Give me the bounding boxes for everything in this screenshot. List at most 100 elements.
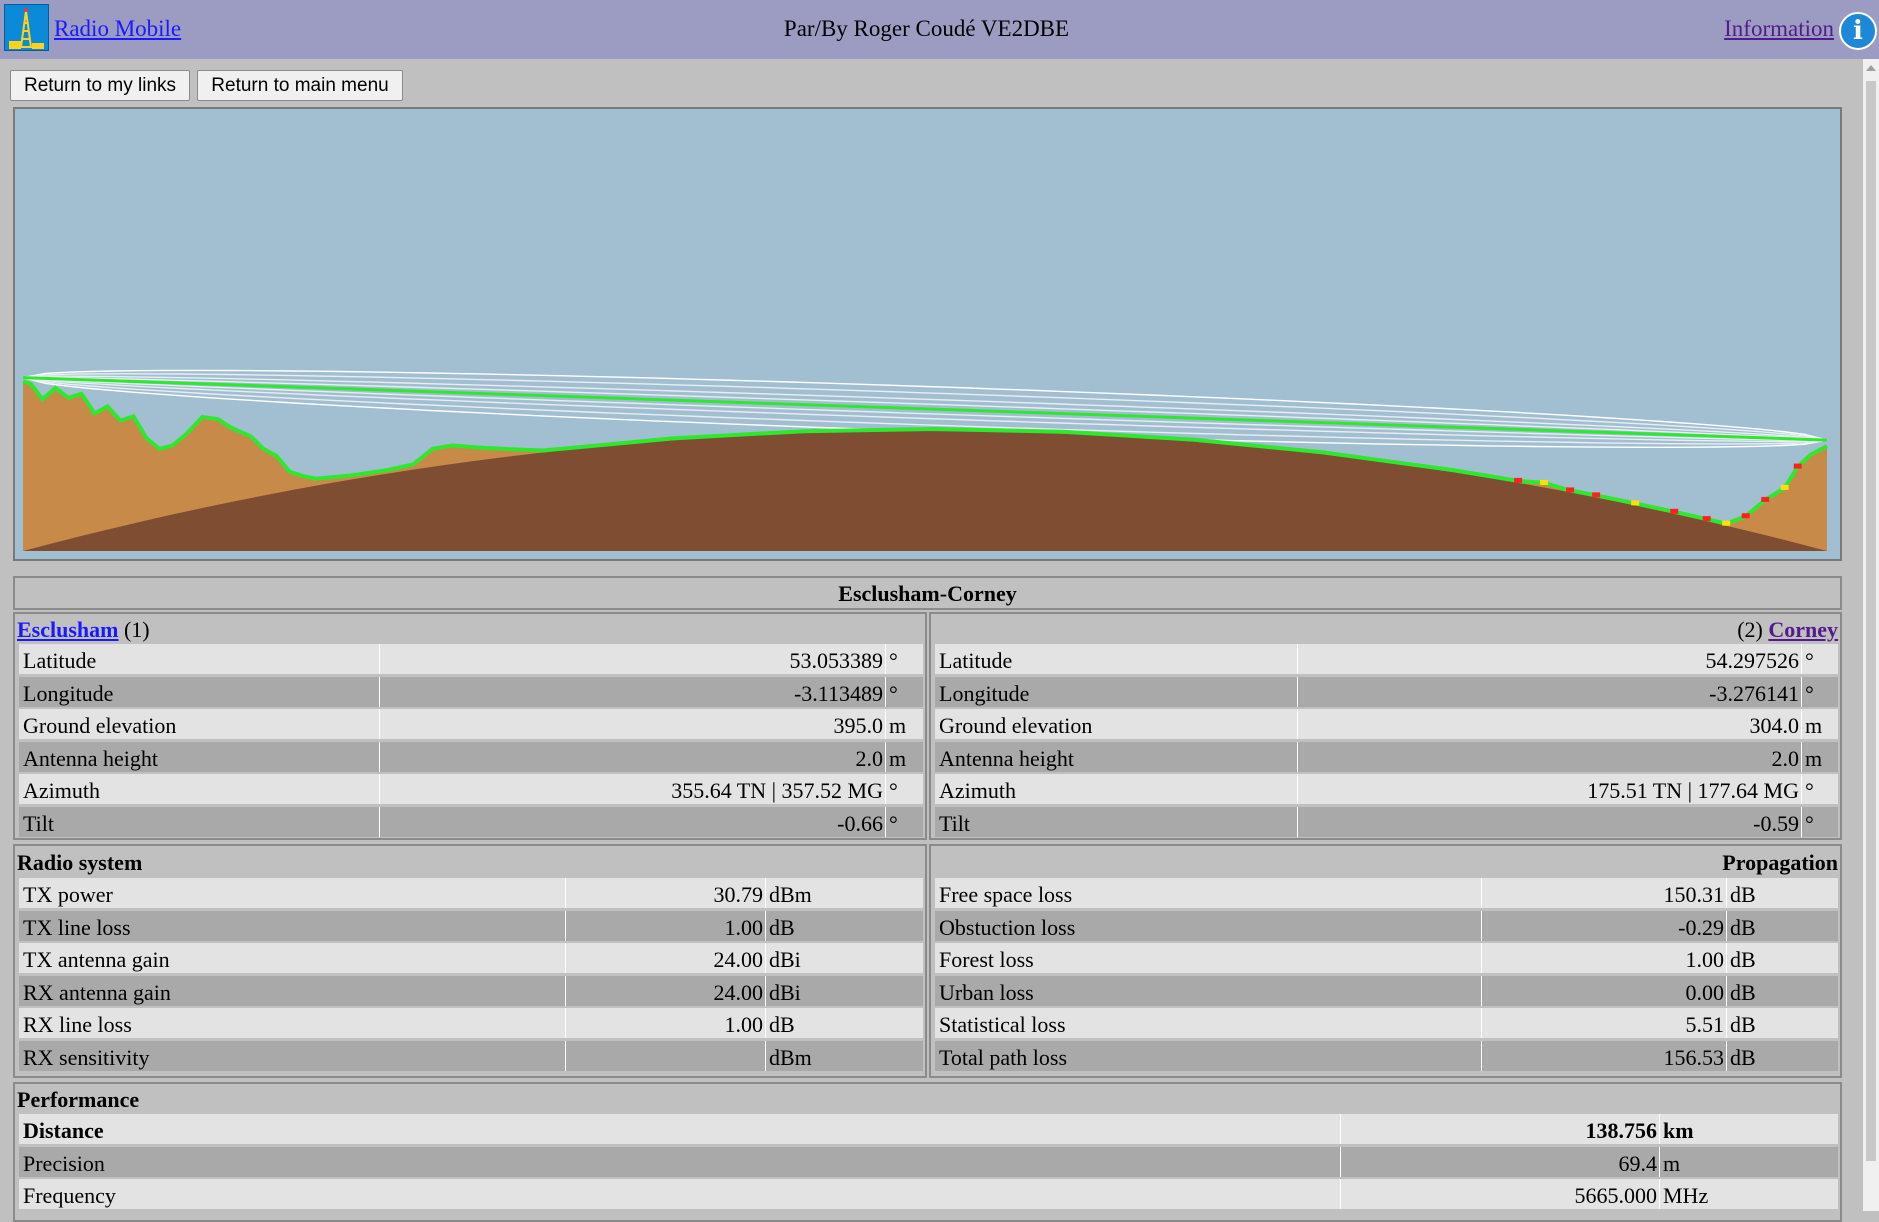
obstruction-mark — [1702, 516, 1711, 522]
site1-divider — [885, 676, 886, 707]
radio-divider — [765, 910, 766, 941]
radio-label: TX power — [23, 882, 113, 907]
radio-divider — [565, 878, 566, 908]
obstruction-mark — [1780, 484, 1789, 490]
propagation-divider — [1481, 878, 1482, 908]
performance-title: Performance — [17, 1087, 140, 1112]
site1-divider — [379, 774, 380, 804]
radio-divider — [565, 943, 566, 973]
radio-row: RX antenna gain 24.00 dBi — [19, 975, 923, 1006]
site2-row: Tilt -0.59 ° — [935, 806, 1838, 837]
site1-divider — [379, 741, 380, 772]
propagation-value: 5.51 — [1685, 1012, 1725, 1037]
site1-divider — [885, 741, 886, 772]
radio-value: 1.00 — [724, 914, 764, 940]
propagation-divider — [1726, 878, 1727, 908]
radio-system-title: Radio system — [17, 850, 143, 875]
propagation-row: Statistical loss 5.51 dB — [935, 1008, 1838, 1038]
site2-value: 175.51 TN | 177.64 MG — [1587, 778, 1799, 803]
propagation-row: Obstuction loss -0.29 dB — [935, 910, 1838, 941]
performance-divider — [1340, 1179, 1341, 1209]
performance-label: Distance — [23, 1118, 104, 1143]
site2-label: Azimuth — [939, 778, 1016, 803]
propagation-divider — [1726, 1008, 1727, 1038]
propagation-row: Forest loss 1.00 dB — [935, 943, 1838, 973]
site2-label: Ground elevation — [939, 713, 1093, 738]
site2-value: -0.59 — [1753, 810, 1799, 836]
link-title-box: Esclusham-Corney — [13, 576, 1842, 610]
radio-row: TX antenna gain 24.00 dBi — [19, 943, 923, 973]
radio-divider — [765, 943, 766, 973]
site1-unit: m — [889, 745, 907, 771]
site2-label: Longitude — [939, 680, 1030, 706]
site2-panel: (2) Corney Latitude 54.297526 ° Longitude -3… — [929, 612, 1842, 840]
propagation-unit: dB — [1730, 1044, 1756, 1070]
site1-row: Azimuth 355.64 TN | 357.52 MG ° — [19, 774, 923, 804]
propagation-divider — [1481, 943, 1482, 973]
propagation-row: Total path loss 156.53 dB — [935, 1040, 1838, 1071]
performance-row: Distance 138.756 km — [19, 1114, 1838, 1144]
site2-value: 54.297526 — [1705, 648, 1800, 673]
propagation-divider — [1481, 975, 1482, 1006]
site2-label: Antenna height — [939, 745, 1075, 771]
propagation-divider — [1726, 910, 1727, 941]
performance-divider — [1659, 1179, 1660, 1209]
scrollbar-thumb[interactable] — [1866, 81, 1876, 1161]
radio-value: 24.00 — [713, 947, 764, 972]
radio-divider — [565, 975, 566, 1006]
site2-row: Longitude -3.276141 ° — [935, 676, 1838, 707]
radio-unit: dBm — [769, 1044, 812, 1070]
return-to-links-button[interactable]: Return to my links — [10, 70, 190, 101]
site1-name-link[interactable]: Esclusham — [17, 617, 118, 642]
propagation-row: Urban loss 0.00 dB — [935, 975, 1838, 1006]
site1-value: 355.64 TN | 357.52 MG — [671, 778, 883, 803]
performance-label: Precision — [23, 1150, 105, 1176]
propagation-divider — [1481, 1040, 1482, 1071]
propagation-label: Total path loss — [939, 1044, 1068, 1070]
performance-divider — [1659, 1114, 1660, 1144]
site1-label: Tilt — [23, 810, 55, 836]
radio-label: RX antenna gain — [23, 979, 171, 1005]
return-to-main-menu-button[interactable]: Return to main menu — [197, 70, 403, 101]
site2-divider — [1297, 774, 1298, 804]
site1-panel: Esclusham (1) Latitude 53.053389 ° Longitud… — [13, 612, 927, 840]
site2-name-link[interactable]: Corney — [1768, 617, 1838, 642]
site1-label: Longitude — [23, 680, 114, 706]
site2-divider — [1297, 741, 1298, 772]
propagation-unit: dB — [1730, 1012, 1756, 1037]
site1-divider — [379, 644, 380, 674]
header-bar: Radio Mobile Par/By Roger Coudé VE2DBE I… — [0, 0, 1879, 59]
site1-unit: ° — [889, 778, 898, 803]
performance-label: Frequency — [23, 1183, 116, 1208]
propagation-unit: dB — [1730, 882, 1756, 907]
info-icon[interactable]: i — [1839, 12, 1877, 50]
propagation-label: Free space loss — [939, 882, 1073, 907]
site2-unit: m — [1805, 713, 1823, 738]
information-link[interactable]: Information — [1724, 16, 1834, 42]
propagation-value: -0.29 — [1678, 914, 1724, 940]
site1-value: -0.66 — [837, 810, 883, 836]
performance-value: 69.4 — [1618, 1150, 1658, 1176]
propagation-unit: dB — [1730, 979, 1756, 1005]
radio-unit: dBi — [769, 947, 801, 972]
site2-unit: ° — [1805, 648, 1814, 673]
site2-label: Tilt — [939, 810, 971, 836]
performance-divider — [1659, 1146, 1660, 1177]
propagation-title: Propagation — [1722, 850, 1838, 875]
radio-unit: dBi — [769, 979, 801, 1005]
propagation-divider — [1481, 1008, 1482, 1038]
performance-unit: m — [1663, 1150, 1681, 1176]
radio-label: RX line loss — [23, 1012, 132, 1037]
propagation-label: Urban loss — [939, 979, 1034, 1005]
site1-divider — [885, 709, 886, 739]
site2-divider — [1801, 676, 1802, 707]
site2-unit: m — [1805, 745, 1823, 771]
radio-divider — [565, 910, 566, 941]
site1-row: Latitude 53.053389 ° — [19, 644, 923, 674]
scroll-up-arrow-icon[interactable] — [1866, 65, 1876, 71]
radio-row: RX line loss 1.00 dB — [19, 1008, 923, 1038]
vertical-scrollbar[interactable] — [1863, 59, 1879, 1211]
site2-divider — [1297, 709, 1298, 739]
site2-row: Antenna height 2.0 m — [935, 741, 1838, 772]
performance-row: Precision 69.4 m — [19, 1146, 1838, 1177]
